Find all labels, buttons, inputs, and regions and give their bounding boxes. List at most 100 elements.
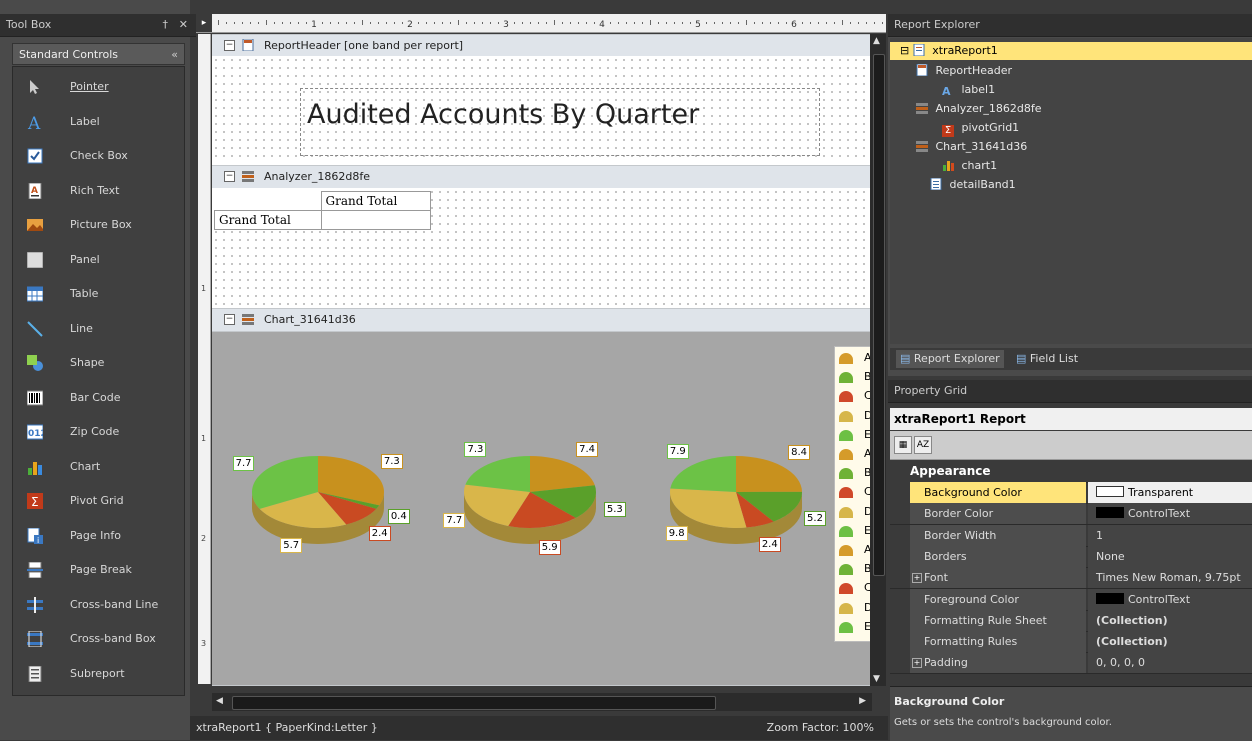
scroll-left-icon[interactable]: ◀ <box>216 696 223 706</box>
band-header-chart[interactable]: − Chart_31641d36 <box>212 308 870 332</box>
property-value[interactable]: None <box>1088 545 1252 567</box>
ruler-toggle-button[interactable]: ▸ <box>196 14 212 32</box>
band-collapse-toggle[interactable]: − <box>224 40 235 51</box>
ruler-tick <box>546 22 547 24</box>
pivot-value-cell <box>320 210 431 230</box>
toolbox-item-shape[interactable]: Shape <box>13 347 184 381</box>
toolbox-item-table[interactable]: Table <box>13 278 184 312</box>
property-value[interactable]: 0, 0, 0, 0 <box>1088 652 1252 674</box>
categorized-view-icon[interactable]: ▦ <box>894 436 912 454</box>
tab-report-explorer[interactable]: ▤ Report Explorer <box>896 350 1004 368</box>
property-value[interactable]: (Collection) <box>1088 631 1252 653</box>
property-row-font[interactable]: Font + Times New Roman, 9.75pt <box>890 567 1252 590</box>
toolbox-item-chart[interactable]: Chart <box>13 451 184 485</box>
tree-node-analyzer[interactable]: Analyzer_1862d8fe <box>916 100 1041 118</box>
scroll-down-icon[interactable]: ▼ <box>873 674 880 684</box>
ruler-tick <box>802 22 803 24</box>
property-value[interactable]: (Collection) <box>1088 609 1252 631</box>
scroll-right-icon[interactable]: ▶ <box>859 696 866 706</box>
ruler-number: 2 <box>407 20 413 30</box>
property-description-panel: Background Color Gets or sets the contro… <box>890 686 1252 741</box>
toolbox-item-subreport[interactable]: Subreport <box>13 658 184 692</box>
pointer-icon <box>27 79 43 95</box>
property-row-border-color[interactable]: Border Color ControlText <box>890 503 1252 526</box>
report-explorer-tree[interactable]: ⊟ xtraReport1 ReportHeader A label1 Anal… <box>890 38 1252 344</box>
property-row-padding[interactable]: Padding +0, 0, 0, 0 <box>890 652 1252 675</box>
property-value[interactable]: Transparent <box>1088 482 1252 503</box>
ruler-tick <box>586 22 587 24</box>
toolbox-item-picture-box[interactable]: Picture Box <box>13 209 184 243</box>
tree-collapse-icon[interactable]: ⊟ <box>900 44 909 57</box>
ruler-tick <box>498 22 499 24</box>
toolbox-item-zip-code[interactable]: 0123 Zip Code <box>13 416 184 450</box>
band-title: Chart_31641d36 <box>264 313 356 326</box>
tree-node-detailband1[interactable]: detailBand1 <box>930 176 1016 194</box>
property-grid-object-selector[interactable]: xtraReport1 Report <box>890 408 1252 430</box>
expand-plus-icon[interactable]: + <box>912 658 922 669</box>
toolbox-item-page-info[interactable]: i Page Info <box>13 520 184 554</box>
vertical-scroll-thumb[interactable] <box>873 54 885 576</box>
chart1-control[interactable]: ABCDEABCDEABCDE 7.3 0.4 2.4 5.7 7.7 7.4 5.3 5.9… <box>212 332 870 685</box>
expand-plus-icon[interactable]: + <box>912 573 922 584</box>
ruler-tick <box>810 22 811 24</box>
toolbox-item-check-box[interactable]: Check Box <box>13 140 184 174</box>
pivotgrid1-control[interactable]: Grand Total Grand Total <box>214 191 431 230</box>
property-row-border-width[interactable]: Border Width 1 <box>890 524 1252 547</box>
toolbox-item-label: Subreport <box>70 666 125 680</box>
property-value[interactable]: Times New Roman, 9.75pt <box>1088 567 1252 589</box>
band-header-reportheader[interactable]: − ReportHeader [one band per report] <box>212 34 870 58</box>
ruler-tick <box>282 22 283 24</box>
property-name: Font <box>910 567 1086 589</box>
band-collapse-toggle[interactable]: − <box>224 171 235 182</box>
property-value[interactable]: ControlText <box>1088 588 1252 610</box>
toolbox-item-cross-band-box[interactable]: Cross-band Box <box>13 623 184 657</box>
ruler-tick <box>554 20 555 25</box>
svg-text:i: i <box>37 536 39 544</box>
band-collapse-toggle[interactable]: − <box>224 314 235 325</box>
property-category-appearance[interactable]: Appearance <box>890 461 1252 483</box>
property-row-borders[interactable]: Borders None <box>890 545 1252 568</box>
close-icon[interactable]: ✕ <box>179 14 188 36</box>
pin-icon[interactable]: † <box>163 14 169 36</box>
property-value[interactable]: ControlText <box>1088 503 1252 525</box>
property-grid-toolbar: ▦ AZ <box>890 431 1252 460</box>
collapse-chevron-icon[interactable]: « <box>171 44 178 66</box>
toolbox-group-standard-controls[interactable]: Standard Controls « <box>12 43 185 65</box>
tree-node-xtrareport1[interactable]: ⊟ xtraReport1 <box>890 42 1252 60</box>
ruler-tick <box>594 22 595 24</box>
toolbox-item-pointer[interactable]: Pointer <box>13 71 184 105</box>
toolbox-item-rich-text[interactable]: A Rich Text <box>13 175 184 209</box>
report-design-surface[interactable]: − ReportHeader [one band per report] Aud… <box>212 34 870 686</box>
alphabetical-sort-icon[interactable]: AZ <box>914 436 932 454</box>
property-row-formatting-rules[interactable]: Formatting Rules (Collection) <box>890 631 1252 654</box>
property-row-formatting-rule-sheet[interactable]: Formatting Rule Sheet (Collection) <box>890 609 1252 632</box>
tree-node-pivotgrid1[interactable]: Σ pivotGrid1 <box>942 119 1019 137</box>
pie-3 <box>670 456 802 544</box>
report-title-label: Audited Accounts By Quarter <box>307 99 700 130</box>
horizontal-scroll-thumb[interactable] <box>232 696 716 710</box>
ruler-tick <box>722 22 723 24</box>
band-header-detail[interactable]: − detailBand1 <box>212 685 870 686</box>
toolbox-item-label: Picture Box <box>70 218 132 231</box>
crossband-box-icon <box>27 630 43 648</box>
ruler-tick <box>538 22 539 24</box>
tree-node-reportheader[interactable]: ReportHeader <box>916 62 1012 80</box>
band-header-analyzer[interactable]: − Analyzer_1862d8fe <box>212 165 870 189</box>
property-row-background-color[interactable]: Background Color Transparent <box>890 482 1252 504</box>
label1-control[interactable]: Audited Accounts By Quarter <box>300 88 820 156</box>
toolbox-item-line[interactable]: Line <box>13 313 184 347</box>
toolbox-item-cross-band-line[interactable]: Cross-band Line <box>13 589 184 623</box>
tree-node-chart-band[interactable]: Chart_31641d36 <box>916 138 1027 156</box>
property-value[interactable]: 1 <box>1088 524 1252 546</box>
tree-node-label1[interactable]: A label1 <box>942 81 995 99</box>
toolbox-item-page-break[interactable]: Page Break <box>13 554 184 588</box>
toolbox-item-pivot-grid[interactable]: Σ Pivot Grid <box>13 485 184 519</box>
toolbox-item-panel[interactable]: Panel <box>13 244 184 278</box>
toolbox-item-bar-code[interactable]: Bar Code <box>13 382 184 416</box>
tab-field-list[interactable]: ▤ Field List <box>1012 350 1082 368</box>
tree-node-chart1[interactable]: chart1 <box>942 157 997 175</box>
property-row-foreground-color[interactable]: Foreground Color ControlText <box>890 588 1252 611</box>
property-gutter <box>890 482 910 503</box>
scroll-up-icon[interactable]: ▲ <box>873 36 880 46</box>
toolbox-item-label[interactable]: A Label <box>13 106 184 140</box>
